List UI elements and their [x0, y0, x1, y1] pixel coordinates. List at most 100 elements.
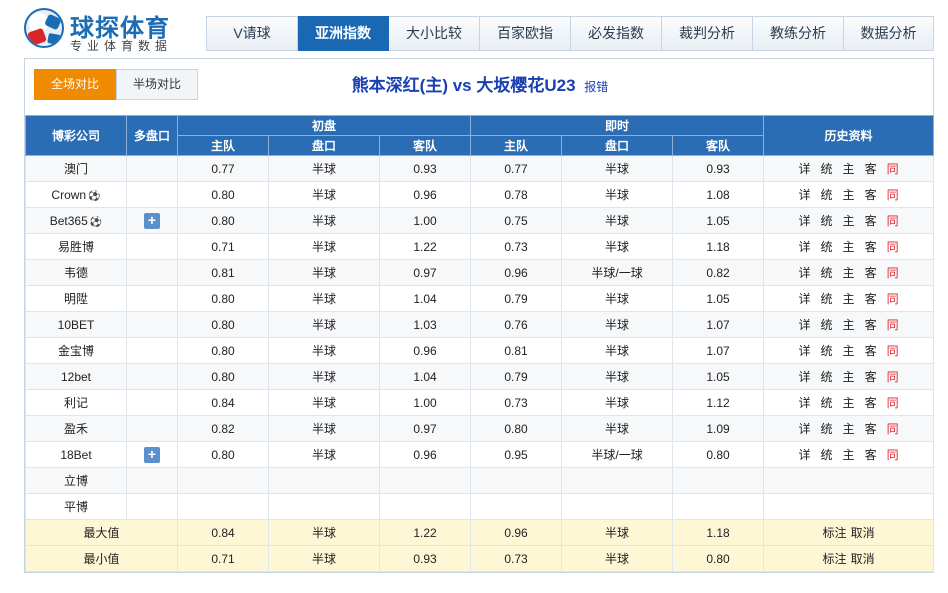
history-link-2[interactable]: 主	[843, 264, 855, 281]
initial-handicap-cell: 半球	[268, 337, 380, 364]
live-handicap-cell: 半球	[561, 285, 674, 312]
history-link-1[interactable]: 统	[821, 368, 833, 385]
history-link-4[interactable]: 同	[887, 368, 899, 385]
history-link-0[interactable]: 详	[799, 186, 811, 203]
initial-home-cell: 0.80	[177, 337, 269, 364]
initial-home-cell: 0.80	[177, 363, 269, 390]
header-initial: 初盘	[176, 115, 472, 136]
history-link-1[interactable]: 统	[821, 264, 833, 281]
table-row: 澳门 0.77 半球 0.93 0.77 半球 0.93 详统主客同	[25, 155, 935, 182]
history-link-2[interactable]: 主	[843, 316, 855, 333]
plus-icon[interactable]: +	[144, 446, 160, 463]
nav-tab-7[interactable]: 数据分析	[844, 16, 934, 51]
mark-link[interactable]: 标注	[823, 552, 847, 566]
history-link-0[interactable]: 详	[799, 160, 811, 177]
history-link-1[interactable]: 统	[821, 238, 833, 255]
initial-away-cell: 0.96	[378, 181, 472, 208]
history-link-0[interactable]: 详	[799, 290, 811, 307]
nav-tab-4[interactable]: 必发指数	[571, 16, 662, 51]
history-link-4[interactable]: 同	[887, 420, 899, 437]
history-link-2[interactable]: 主	[843, 290, 855, 307]
live-handicap-cell: 半球	[561, 207, 674, 234]
history-link-4[interactable]: 同	[887, 160, 899, 177]
history-links-cell: 详统主客同	[763, 415, 935, 442]
history-link-4[interactable]: 同	[887, 186, 899, 203]
company-cell: 利记	[25, 389, 127, 416]
history-link-3[interactable]: 客	[865, 420, 877, 437]
history-link-1[interactable]: 统	[821, 212, 833, 229]
match-teams: 熊本深红(主) vs 大坂樱花U23	[351, 76, 576, 95]
summary-live-handicap: 半球	[561, 545, 674, 572]
history-link-1[interactable]: 统	[821, 446, 833, 463]
cancel-link[interactable]: 取消	[851, 526, 875, 540]
nav-tab-1[interactable]: 亚洲指数	[298, 16, 389, 51]
history-link-1[interactable]: 统	[821, 394, 833, 411]
history-link-1[interactable]: 统	[821, 186, 833, 203]
plus-icon[interactable]: +	[144, 212, 160, 229]
history-link-0[interactable]: 详	[799, 446, 811, 463]
live-home-cell: 0.95	[470, 441, 563, 468]
history-link-1[interactable]: 统	[821, 342, 833, 359]
history-link-1[interactable]: 统	[821, 420, 833, 437]
history-link-0[interactable]: 详	[799, 368, 811, 385]
history-link-1[interactable]: 统	[821, 316, 833, 333]
site-logo[interactable]: 球探体育 专业体育数据	[24, 6, 194, 53]
history-link-4[interactable]: 同	[887, 316, 899, 333]
nav-tab-2[interactable]: 大小比较	[389, 16, 480, 51]
initial-away-cell: 1.00	[378, 389, 472, 416]
history-link-3[interactable]: 客	[865, 394, 877, 411]
table-row: 盈禾 0.82 半球 0.97 0.80 半球 1.09 详统主客同	[25, 415, 935, 442]
history-link-0[interactable]: 详	[799, 420, 811, 437]
history-link-0[interactable]: 详	[799, 394, 811, 411]
history-link-4[interactable]: 同	[887, 394, 899, 411]
nav-tab-6[interactable]: 教练分析	[753, 16, 844, 51]
history-link-3[interactable]: 客	[865, 186, 877, 203]
summary-initial-handicap: 半球	[268, 519, 380, 546]
history-link-2[interactable]: 主	[843, 186, 855, 203]
nav-tab-0[interactable]: V请球	[207, 16, 298, 51]
live-handicap-cell: 半球	[561, 363, 674, 390]
history-link-2[interactable]: 主	[843, 212, 855, 229]
history-link-0[interactable]: 详	[799, 342, 811, 359]
history-link-1[interactable]: 统	[821, 290, 833, 307]
history-link-3[interactable]: 客	[865, 160, 877, 177]
history-link-1[interactable]: 统	[821, 160, 833, 177]
nav-tab-5[interactable]: 裁判分析	[662, 16, 753, 51]
history-link-0[interactable]: 详	[799, 264, 811, 281]
initial-handicap-cell: 半球	[268, 311, 380, 338]
history-link-4[interactable]: 同	[887, 212, 899, 229]
cancel-link[interactable]: 取消	[851, 552, 875, 566]
history-link-3[interactable]: 客	[865, 368, 877, 385]
multi-handicap-cell	[126, 363, 178, 390]
report-error-link[interactable]: 报错	[584, 80, 608, 94]
history-link-4[interactable]: 同	[887, 446, 899, 463]
mark-link[interactable]: 标注	[823, 526, 847, 540]
history-links-cell: 详统主客同	[763, 389, 935, 416]
history-link-3[interactable]: 客	[865, 316, 877, 333]
history-link-4[interactable]: 同	[887, 290, 899, 307]
initial-away-cell: 0.93	[378, 155, 472, 182]
history-link-2[interactable]: 主	[843, 446, 855, 463]
history-link-3[interactable]: 客	[865, 264, 877, 281]
history-link-4[interactable]: 同	[887, 264, 899, 281]
history-link-2[interactable]: 主	[843, 160, 855, 177]
history-link-2[interactable]: 主	[843, 394, 855, 411]
history-link-2[interactable]: 主	[843, 342, 855, 359]
history-link-3[interactable]: 客	[865, 342, 877, 359]
history-link-0[interactable]: 详	[799, 316, 811, 333]
history-link-2[interactable]: 主	[843, 368, 855, 385]
history-link-3[interactable]: 客	[865, 446, 877, 463]
history-link-2[interactable]: 主	[843, 420, 855, 437]
history-link-0[interactable]: 详	[799, 212, 811, 229]
history-link-2[interactable]: 主	[843, 238, 855, 255]
live-away-cell	[672, 493, 765, 520]
history-link-3[interactable]: 客	[865, 212, 877, 229]
history-link-3[interactable]: 客	[865, 238, 877, 255]
history-link-4[interactable]: 同	[887, 342, 899, 359]
history-links-cell: 详统主客同	[763, 155, 935, 182]
asian-odds-table: 博彩公司 多盘口 初盘 即时 历史资料 主队 盘口 客队 主队 盘口 客队 澳门…	[25, 115, 935, 572]
history-link-0[interactable]: 详	[799, 238, 811, 255]
history-link-4[interactable]: 同	[887, 238, 899, 255]
nav-tab-3[interactable]: 百家欧指	[480, 16, 571, 51]
history-link-3[interactable]: 客	[865, 290, 877, 307]
